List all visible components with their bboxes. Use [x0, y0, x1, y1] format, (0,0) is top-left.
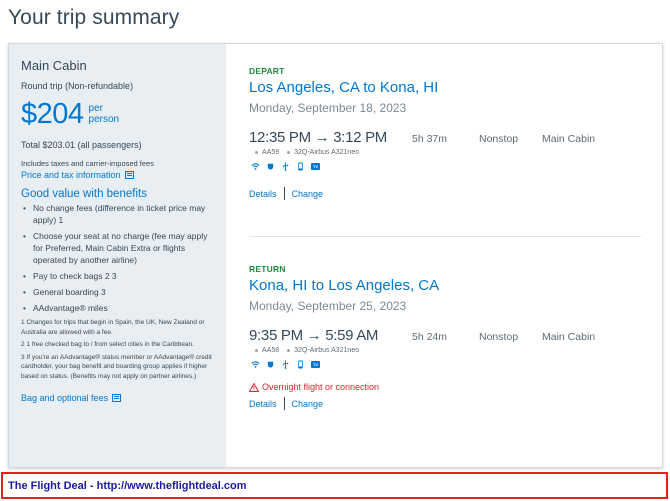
itinerary: DEPART Los Angeles, CA to Kona, HI Monda… — [249, 44, 649, 467]
footer-text: The Flight Deal - http://www.theflightde… — [8, 479, 247, 492]
power-icon — [266, 360, 275, 369]
per-person: per person — [89, 103, 120, 125]
benefits-title: Good value with benefits — [21, 188, 147, 200]
return-flight-number: AA58 — [262, 347, 280, 354]
phone-icon — [296, 360, 305, 369]
cabin-title: Main Cabin — [21, 58, 87, 73]
return-time-range: 9:35 PM → 5:59 AM — [249, 327, 379, 344]
depart-times-row: 12:35 PM → 3:12 PM 5h 37m Nonstop Main C… — [249, 129, 649, 146]
depart-duration: 5h 37m — [412, 133, 448, 145]
depart-change-link[interactable]: Change — [292, 189, 324, 199]
return-times-row: 9:35 PM → 5:59 AM 5h 24m Nonstop Main Ca… — [249, 327, 649, 344]
section-divider — [249, 236, 641, 237]
warning-icon — [249, 382, 259, 392]
footnote: 2 1 free checked bag to / from select ci… — [21, 341, 195, 348]
price: $204 — [21, 98, 84, 130]
bag-fees-link-label: Bag and optional fees — [21, 393, 109, 403]
depart-section: DEPART Los Angeles, CA to Kona, HI Monda… — [249, 66, 649, 200]
return-section: RETURN Kona, HI to Los Angeles, CA Monda… — [249, 264, 649, 410]
fare-sidebar: Main Cabin Round trip (Non-refundable) $… — [9, 44, 226, 467]
depart-cabin: Main Cabin — [542, 133, 596, 145]
return-cabin: Main Cabin — [542, 331, 596, 343]
trip-summary-card: Main Cabin Round trip (Non-refundable) $… — [8, 43, 663, 468]
depart-time-range: 12:35 PM → 3:12 PM — [249, 129, 388, 146]
per-label: per — [88, 103, 103, 114]
includes-fees: Includes taxes and carrier-imposed fees — [21, 159, 154, 168]
person-label: person — [88, 114, 120, 125]
bullet-icon — [287, 349, 291, 352]
popup-icon — [112, 394, 122, 402]
return-duration: 5h 24m — [412, 331, 448, 343]
depart-flight-info: AA59 32Q-Airbus A321neo — [249, 149, 649, 156]
return-date: Monday, September 25, 2023 — [249, 299, 407, 313]
link-divider — [283, 187, 285, 200]
return-stops: Nonstop — [479, 331, 519, 343]
popup-icon — [124, 171, 134, 179]
footnote: 3 If you're an AAdvantage® status member… — [21, 353, 212, 380]
price-tax-link-label: Price and tax information — [21, 170, 121, 180]
phone-icon — [296, 162, 305, 171]
return-links: Details Change — [249, 397, 649, 410]
bag-fees-link[interactable]: Bag and optional fees — [21, 393, 215, 403]
depart-label: DEPART — [249, 66, 285, 76]
page-title: Your trip summary — [8, 6, 180, 29]
depart-route: Los Angeles, CA to Kona, HI — [249, 79, 439, 96]
depart-aircraft: 32Q-Airbus A321neo — [294, 149, 360, 156]
overnight-warning: Overnight flight or connection — [249, 382, 649, 392]
benefit-item: AAdvantage® miles — [21, 302, 215, 314]
depart-stops: Nonstop — [479, 133, 519, 145]
return-aircraft: 32Q-Airbus A321neo — [294, 347, 360, 354]
depart-amenities: TV — [249, 162, 649, 171]
footnote: 1 Changes for trips that begin in Spain,… — [21, 319, 205, 336]
benefits-list: No change fees (difference in ticket pri… — [21, 202, 215, 314]
return-flight-info: AA58 32Q-Airbus A321neo — [249, 347, 649, 354]
tv-icon: TV — [311, 361, 320, 368]
usb-icon — [281, 360, 290, 369]
bullet-icon — [255, 151, 258, 154]
trip-type: Round trip (Non-refundable) — [21, 81, 134, 91]
bullet-icon — [255, 349, 258, 352]
return-change-link[interactable]: Change — [292, 399, 324, 409]
depart-date: Monday, September 18, 2023 — [249, 101, 407, 115]
return-label: RETURN — [249, 264, 286, 274]
price-row: $204 per person — [21, 98, 215, 130]
return-amenities: TV — [249, 360, 649, 369]
benefit-item: General boarding 3 — [21, 286, 215, 298]
benefit-item: No change fees (difference in ticket pri… — [21, 202, 215, 226]
return-route: Kona, HI to Los Angeles, CA — [249, 277, 440, 294]
benefit-item: Choose your seat at no charge (fee may a… — [21, 230, 215, 266]
total-price: Total $203.01 (all passengers) — [21, 140, 142, 150]
overnight-warning-text: Overnight flight or connection — [262, 382, 380, 392]
link-divider — [283, 397, 285, 410]
benefit-item: Pay to check bags 2 3 — [21, 270, 215, 282]
wifi-icon — [251, 360, 260, 369]
depart-links: Details Change — [249, 187, 649, 200]
bullet-icon — [287, 151, 291, 154]
depart-flight-number: AA59 — [262, 149, 280, 156]
wifi-icon — [251, 162, 260, 171]
return-details-link[interactable]: Details — [249, 399, 277, 409]
power-icon — [266, 162, 275, 171]
depart-details-link[interactable]: Details — [249, 189, 277, 199]
price-tax-link[interactable]: Price and tax information — [21, 170, 215, 180]
usb-icon — [281, 162, 290, 171]
tv-icon: TV — [311, 163, 320, 170]
footer-banner: The Flight Deal - http://www.theflightde… — [1, 472, 668, 499]
